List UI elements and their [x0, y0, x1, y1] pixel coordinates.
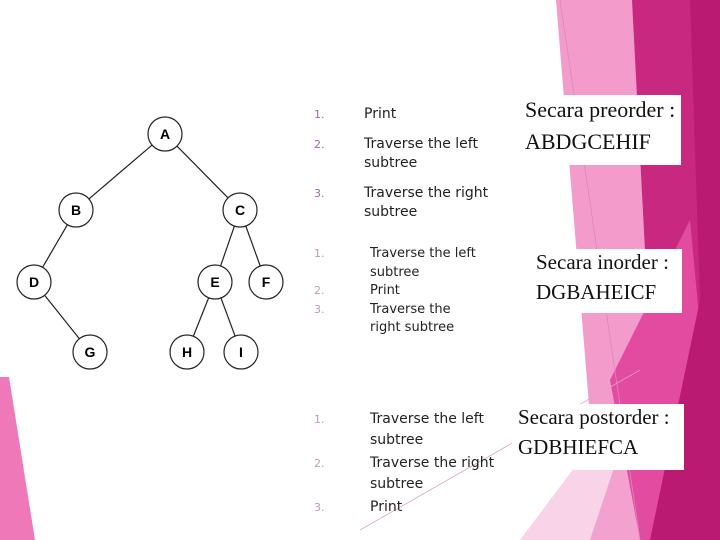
list-item: 3. Traverse the right subtree — [300, 301, 470, 338]
step-number: 3. — [314, 187, 325, 200]
list-item: 1. Traverse the left subtree — [300, 245, 490, 282]
node-label: I — [239, 344, 243, 360]
step-text: Print — [370, 283, 400, 298]
tree-node-a: A — [147, 116, 183, 152]
list-item: 3. Traverse the right subtree — [300, 184, 514, 222]
tree-node-d: D — [16, 264, 52, 300]
list-item: 1. Traverse the left subtree — [300, 409, 510, 451]
step-number: 1. — [314, 413, 325, 426]
step-number: 3. — [314, 302, 325, 316]
inorder-result: DGBAHEICF — [536, 280, 657, 304]
step-number: 1. — [314, 247, 325, 260]
postorder-title: Secara postorder : — [518, 405, 670, 429]
step-text: Traverse the right subtree — [370, 455, 495, 492]
list-item: 2. Traverse the right subtree — [300, 453, 520, 495]
tree-edge-a-b — [88, 144, 153, 200]
step-text: Traverse the right subtree — [364, 185, 489, 220]
tree-node-h: H — [169, 334, 205, 370]
preorder-title: Secara preorder : — [525, 97, 676, 122]
node-label: G — [85, 344, 96, 360]
preorder-result-box: Secara preorder : ABDGCEHIF — [518, 95, 681, 165]
tree-edge-c-f — [245, 225, 261, 267]
tree-edge-b-d — [42, 224, 68, 268]
step-number: 2. — [314, 284, 325, 297]
node-label: B — [71, 202, 81, 218]
node-label: E — [210, 274, 219, 290]
node-label: D — [29, 274, 39, 290]
step-text: Traverse the right subtree — [370, 301, 455, 336]
step-text: Print — [364, 106, 397, 122]
inorder-result-box: Secara inorder : DGBAHEICF — [530, 249, 682, 313]
tree-node-g: G — [72, 334, 108, 370]
tree-edge-d-g — [44, 294, 80, 340]
step-text: Print — [370, 499, 403, 515]
tree-node-b: B — [58, 192, 94, 228]
binary-tree-diagram: A B C D E F G H I — [16, 116, 284, 370]
preorder-result: ABDGCEHIF — [525, 129, 651, 154]
preorder-steps: 1. Print 2. Traverse the left subtree 3.… — [300, 105, 514, 222]
list-item: 2. Traverse the left subtree — [300, 135, 504, 173]
list-item: 2. Print — [300, 282, 490, 301]
step-text: Traverse the left subtree — [370, 246, 476, 280]
step-number: 3. — [314, 501, 325, 514]
tree-node-i: I — [223, 334, 259, 370]
tree-edge-a-c — [176, 145, 229, 199]
step-number: 2. — [314, 457, 325, 470]
node-label: H — [182, 344, 192, 360]
tree-node-c: C — [222, 192, 258, 228]
step-text: Traverse the left subtree — [370, 411, 484, 448]
node-label: C — [235, 202, 245, 218]
tree-node-e: E — [197, 264, 233, 300]
inorder-title: Secara inorder : — [536, 250, 669, 274]
tree-edge-c-e — [220, 225, 235, 267]
list-item: 1. Print — [300, 105, 514, 124]
step-number: 2. — [314, 138, 325, 151]
inorder-steps: 1. Traverse the left subtree 2. Print 3.… — [300, 245, 490, 338]
bg-shape-left — [0, 377, 35, 540]
postorder-result: GDBHIEFCA — [518, 435, 639, 459]
list-item: 3. Print — [300, 497, 520, 518]
tree-edge-e-i — [220, 297, 236, 337]
node-label: F — [262, 274, 271, 290]
tree-node-f: F — [248, 264, 284, 300]
postorder-steps: 1. Traverse the left subtree 2. Traverse… — [300, 409, 520, 518]
step-text: Traverse the left subtree — [364, 136, 478, 171]
step-number: 1. — [314, 108, 325, 121]
postorder-result-box: Secara postorder : GDBHIEFCA — [512, 404, 684, 470]
tree-edge-e-h — [192, 297, 210, 337]
node-label: A — [160, 126, 170, 142]
